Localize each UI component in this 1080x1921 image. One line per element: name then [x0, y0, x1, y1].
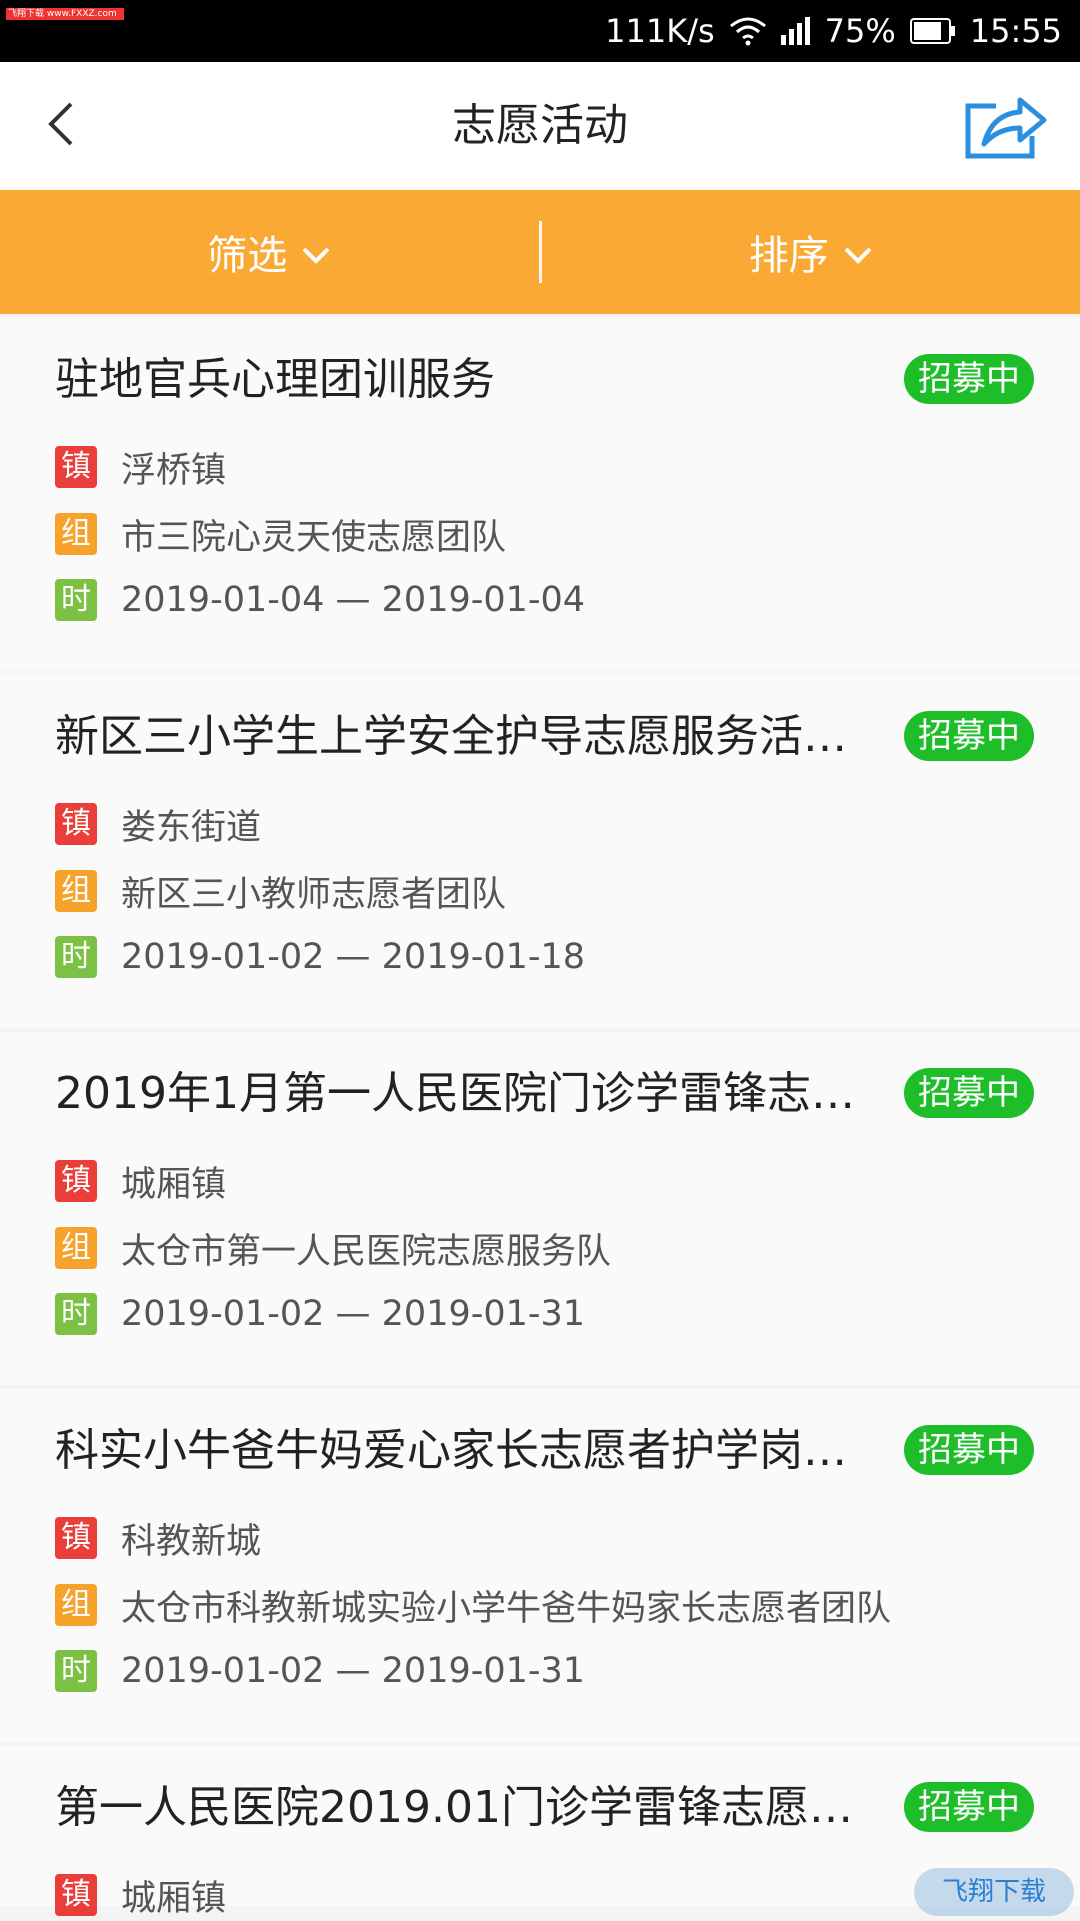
group-tag: 组: [55, 1227, 97, 1269]
town-tag: 镇: [55, 446, 97, 488]
battery-percent: 75%: [825, 12, 896, 50]
time-text: 2019-01-02 — 2019-01-31: [121, 1651, 585, 1691]
time-tag: 时: [55, 1650, 97, 1692]
town-row: 镇 娄东街道: [55, 801, 261, 847]
activity-title: 第一人民医院2019.01门诊学雷锋志愿…: [55, 1778, 895, 1838]
clock: 15:55: [970, 12, 1062, 50]
filter-bar: 筛选 排序: [0, 190, 1080, 314]
filter-label: 筛选: [207, 223, 287, 281]
town-row: 镇 科教新城: [55, 1515, 261, 1561]
town-text: 娄东街道: [121, 799, 261, 850]
time-text: 2019-01-02 — 2019-01-31: [121, 1294, 585, 1334]
status-bar-right: 111K/s 75% 15:55: [605, 0, 1062, 62]
group-row: 组 新区三小教师志愿者团队: [55, 868, 506, 914]
activity-title: 新区三小学生上学安全护导志愿服务活…: [55, 707, 895, 767]
group-row: 组 太仓市第一人民医院志愿服务队: [55, 1225, 611, 1271]
town-text: 科教新城: [121, 1513, 261, 1564]
town-tag: 镇: [55, 803, 97, 845]
activity-title: 驻地官兵心理团训服务: [55, 350, 895, 410]
group-tag: 组: [55, 513, 97, 555]
group-row: 组 市三院心灵天使志愿团队: [55, 511, 506, 557]
sort-label: 排序: [749, 223, 829, 281]
filter-dropdown[interactable]: 筛选: [0, 190, 539, 314]
time-row: 时 2019-01-04 — 2019-01-04: [55, 577, 585, 623]
status-badge: 招募中: [904, 1782, 1034, 1832]
battery-icon: [910, 18, 956, 44]
time-row: 时 2019-01-02 — 2019-01-18: [55, 934, 585, 980]
status-badge: 招募中: [904, 354, 1034, 404]
town-tag: 镇: [55, 1160, 97, 1202]
wifi-icon: [729, 16, 767, 46]
sort-dropdown[interactable]: 排序: [542, 190, 1080, 314]
filter-divider: [539, 221, 542, 283]
status-badge: 招募中: [904, 1068, 1034, 1118]
share-button[interactable]: [960, 88, 1050, 168]
group-row: 组 太仓市科教新城实验小学牛爸牛妈家长志愿者团队: [55, 1582, 891, 1628]
chevron-down-icon: [843, 229, 873, 275]
group-text: 太仓市科教新城实验小学牛爸牛妈家长志愿者团队: [121, 1580, 891, 1631]
activity-title: 2019年1月第一人民医院门诊学雷锋志…: [55, 1064, 895, 1124]
town-text: 城厢镇: [121, 1870, 226, 1921]
status-badge: 招募中: [904, 1425, 1034, 1475]
group-text: 新区三小教师志愿者团队: [121, 866, 506, 917]
share-icon: [962, 90, 1048, 166]
time-row: 时 2019-01-02 — 2019-01-31: [55, 1291, 585, 1337]
watermark-logo: 飞翔下载: [914, 1868, 1074, 1916]
activity-card[interactable]: 科实小牛爸牛妈爱心家长志愿者护学岗… 招募中 镇 科教新城 组 太仓市科教新城实…: [0, 1389, 1080, 1742]
town-text: 城厢镇: [121, 1156, 226, 1207]
page-title: 志愿活动: [0, 62, 1080, 190]
group-tag: 组: [55, 1584, 97, 1626]
town-text: 浮桥镇: [121, 442, 226, 493]
time-tag: 时: [55, 936, 97, 978]
status-bar: 飞翔下载 www.FXXZ.com 111K/s 75%: [0, 0, 1080, 62]
activity-title: 科实小牛爸牛妈爱心家长志愿者护学岗…: [55, 1421, 895, 1481]
town-row: 镇 城厢镇: [55, 1158, 226, 1204]
activity-card[interactable]: 2019年1月第一人民医院门诊学雷锋志… 招募中 镇 城厢镇 组 太仓市第一人民…: [0, 1032, 1080, 1385]
group-text: 太仓市第一人民医院志愿服务队: [121, 1223, 611, 1274]
app-header: 志愿活动: [0, 62, 1080, 190]
group-tag: 组: [55, 870, 97, 912]
time-text: 2019-01-04 — 2019-01-04: [121, 580, 585, 620]
activity-card[interactable]: 驻地官兵心理团训服务 招募中 镇 浮桥镇 组 市三院心灵天使志愿团队 时 201…: [0, 318, 1080, 671]
group-text: 市三院心灵天使志愿团队: [121, 509, 506, 560]
chevron-down-icon: [301, 229, 331, 275]
net-speed: 111K/s: [605, 12, 715, 50]
status-badge: 招募中: [904, 711, 1034, 761]
time-tag: 时: [55, 579, 97, 621]
time-tag: 时: [55, 1293, 97, 1335]
watermark-label: 飞翔下载 www.FXXZ.com: [6, 8, 124, 20]
town-tag: 镇: [55, 1874, 97, 1916]
time-text: 2019-01-02 — 2019-01-18: [121, 937, 585, 977]
time-row: 时 2019-01-02 — 2019-01-31: [55, 1648, 585, 1694]
town-row: 镇 浮桥镇: [55, 444, 226, 490]
activity-card[interactable]: 新区三小学生上学安全护导志愿服务活… 招募中 镇 娄东街道 组 新区三小教师志愿…: [0, 675, 1080, 1028]
town-tag: 镇: [55, 1517, 97, 1559]
town-row: 镇 城厢镇: [55, 1872, 226, 1918]
activity-list: 驻地官兵心理团训服务 招募中 镇 浮桥镇 组 市三院心灵天使志愿团队 时 201…: [0, 318, 1080, 1906]
signal-icon: [781, 17, 811, 45]
